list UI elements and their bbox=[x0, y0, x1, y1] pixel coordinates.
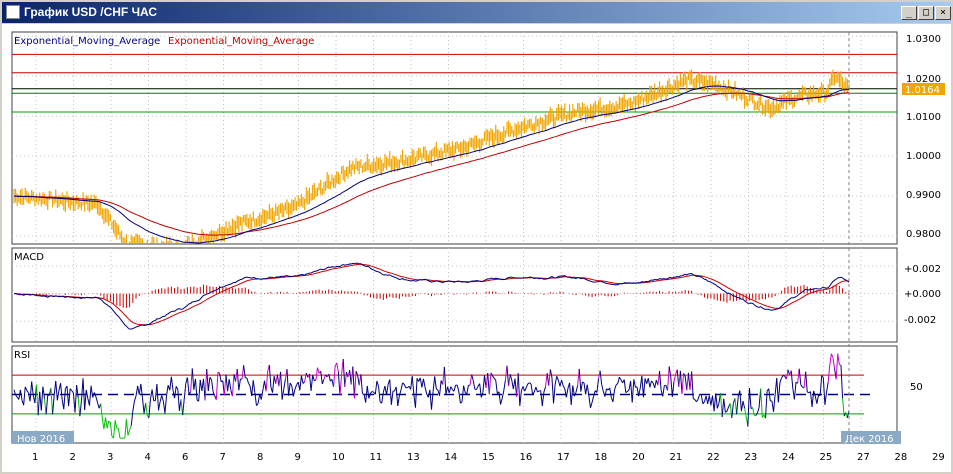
start-date-label: Нов 2016 bbox=[17, 434, 65, 445]
day-tick-label: 17 bbox=[557, 452, 570, 463]
minimize-button[interactable]: _ bbox=[901, 6, 917, 20]
day-tick-label: 13 bbox=[407, 452, 420, 463]
macd-tick-2: +0.000 bbox=[904, 289, 941, 300]
day-tick-label: 20 bbox=[632, 452, 645, 463]
current-price-label: 1.0164 bbox=[905, 85, 940, 96]
price-tick-6: 0.9800 bbox=[906, 229, 941, 240]
chart-window: График USD /CHF ЧАС _ □ × Exponential_Mo… bbox=[0, 0, 953, 474]
day-tick-label: 28 bbox=[895, 452, 908, 463]
day-tick-label: 7 bbox=[220, 452, 226, 463]
macd-tick-1: +0.002 bbox=[904, 264, 941, 275]
day-tick-label: 25 bbox=[820, 452, 833, 463]
day-tick-label: 9 bbox=[295, 452, 301, 463]
macd-tick-3: -0.002 bbox=[904, 315, 936, 326]
day-tick-label: 10 bbox=[332, 452, 345, 463]
rsi-segment bbox=[839, 364, 842, 366]
rsi-segment bbox=[314, 379, 317, 382]
chart-area[interactable]: Exponential_Moving_Average Exponential_M… bbox=[2, 24, 951, 472]
day-tick-label: 16 bbox=[520, 452, 533, 463]
day-tick-label: 3 bbox=[107, 452, 113, 463]
price-tick-3: 1.0100 bbox=[906, 112, 941, 123]
rsi-label: RSI bbox=[14, 350, 30, 361]
chart-svg[interactable]: Exponential_Moving_Average Exponential_M… bbox=[2, 24, 951, 472]
day-tick-label: 23 bbox=[745, 452, 758, 463]
day-tick-label: 27 bbox=[857, 452, 870, 463]
end-date-label: Дек 2016 bbox=[845, 434, 894, 445]
rsi-segment bbox=[371, 390, 374, 393]
ema-label-slow: Exponential_Moving_Average bbox=[168, 36, 314, 47]
main-panel-frame bbox=[11, 31, 898, 245]
day-tick-label: 22 bbox=[707, 452, 720, 463]
maximize-button[interactable]: □ bbox=[918, 6, 934, 20]
close-button[interactable]: × bbox=[935, 6, 951, 20]
day-tick-label: 1 bbox=[32, 452, 38, 463]
macd-panel-frame bbox=[11, 247, 898, 343]
day-tick-label: 15 bbox=[482, 452, 495, 463]
title-bar[interactable]: График USD /CHF ЧАС _ □ × bbox=[2, 2, 951, 23]
rsi-tick-50: 50 bbox=[910, 382, 923, 393]
day-tick-label: 29 bbox=[932, 452, 945, 463]
window-title: График USD /CHF ЧАС bbox=[24, 5, 158, 19]
day-tick-label: 4 bbox=[145, 452, 151, 463]
day-tick-label: 21 bbox=[670, 452, 683, 463]
price-tick-5: 0.9900 bbox=[906, 190, 941, 201]
day-tick-label: 11 bbox=[370, 452, 383, 463]
price-tick-4: 1.0000 bbox=[906, 151, 941, 162]
day-tick-label: 14 bbox=[445, 452, 458, 463]
day-tick-label: 18 bbox=[595, 452, 608, 463]
day-tick-label: 8 bbox=[257, 452, 263, 463]
price-tick-1: 1.0300 bbox=[906, 34, 941, 45]
day-tick-label: 6 bbox=[182, 452, 188, 463]
ema-label-fast: Exponential_Moving_Average bbox=[14, 36, 160, 47]
day-tick-label: 2 bbox=[70, 452, 76, 463]
day-tick-label: 24 bbox=[782, 452, 795, 463]
macd-label: MACD bbox=[14, 252, 44, 263]
chart-icon bbox=[6, 5, 20, 19]
